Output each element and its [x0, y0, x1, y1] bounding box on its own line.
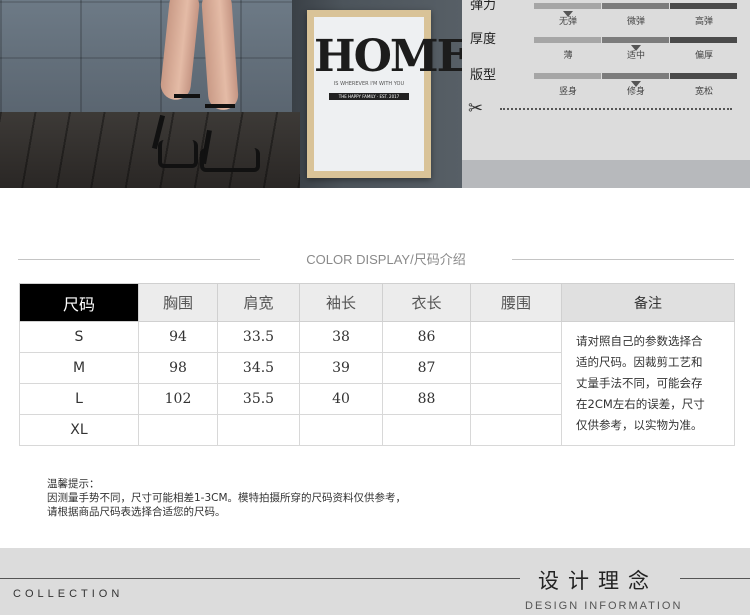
- header-length: 衣长: [382, 283, 471, 322]
- remark-line: 在2CM左右的误差，尺寸: [576, 397, 705, 411]
- spec-row-label: 版型: [470, 68, 497, 83]
- cell-size: XL: [19, 414, 139, 446]
- remark-line: 仅供参考，以实物为准。: [576, 418, 703, 432]
- cell-shoulder: [217, 414, 300, 446]
- spec-panel-base: [462, 160, 750, 188]
- spec-level-bar: [534, 3, 601, 9]
- spec-option-label: 高弹: [694, 17, 713, 27]
- cell-waist: [470, 321, 562, 353]
- header-waist: 腰围: [470, 283, 562, 322]
- spec-level-bar: [670, 73, 737, 79]
- header-chest: 胸围: [138, 283, 218, 322]
- spec-row-label: 弹力: [470, 0, 497, 13]
- spec-selected-marker: [562, 11, 573, 17]
- sandal-left: [158, 140, 198, 168]
- scissors-icon: ✂: [468, 98, 484, 119]
- sandal-right: [200, 148, 260, 172]
- cell-size: M: [19, 352, 139, 384]
- spec-level-bar: [602, 3, 669, 9]
- header-shoulder: 肩宽: [217, 283, 300, 322]
- spec-option-label: 宽松: [694, 87, 713, 97]
- poster: HOME IS WHEREVER I'M WITH YOU THE HAPPY …: [314, 17, 470, 171]
- spec-level-bar: [670, 3, 737, 9]
- cell-length: [382, 414, 471, 446]
- table-row: S 94 33.5 38 86 请对照自己的参数选择合 适的尺码。因裁剪工艺和 …: [19, 321, 735, 446]
- spec-selected-marker: [630, 45, 641, 51]
- top-banner: HOME IS WHEREVER I'M WITH YOU THE HAPPY …: [0, 0, 750, 188]
- cell-sleeve: 40: [299, 383, 383, 415]
- cell-sleeve: 38: [299, 321, 383, 353]
- size-table: 尺码 胸围 肩宽 袖长 衣长 腰围 备注 S 94 33.5 38 86 请对照…: [19, 283, 735, 446]
- poster-band: THE HAPPY FAMILY · EST. 2017: [329, 93, 409, 100]
- cell-shoulder: 33.5: [217, 321, 300, 353]
- band-rule-right: [680, 578, 750, 579]
- cell-length: 87: [382, 352, 471, 384]
- cell-shoulder: 34.5: [217, 352, 300, 384]
- cell-chest: [138, 414, 218, 446]
- spec-level-bar: [534, 37, 601, 43]
- photo-wall: [0, 0, 300, 115]
- cell-waist: [470, 383, 562, 415]
- spec-row-label: 厚度: [470, 32, 497, 47]
- spec-level-bar: [602, 37, 669, 43]
- section-heading: COLOR DISPLAY/尺码介绍: [306, 252, 466, 267]
- cell-length: 88: [382, 383, 471, 415]
- cell-sleeve: [299, 414, 383, 446]
- remark-line: 丈量手法不同，可能会存: [576, 376, 703, 390]
- cut-line: [500, 108, 732, 110]
- tips-title: 温馨提示：: [47, 478, 100, 490]
- spec-selected-marker: [630, 81, 641, 87]
- heading-rule-left: [18, 259, 260, 260]
- cell-chest: 94: [138, 321, 218, 353]
- spec-option-label: 薄: [563, 51, 573, 61]
- header-remark: 备注: [561, 283, 735, 322]
- remark-line: 请对照自己的参数选择合: [576, 334, 703, 348]
- cell-length: 86: [382, 321, 471, 353]
- cell-chest: 98: [138, 352, 218, 384]
- sandal-strap-left: [174, 94, 200, 98]
- cell-sleeve: 39: [299, 352, 383, 384]
- size-table-header: 尺码 胸围 肩宽 袖长 衣长 腰围 备注: [19, 283, 735, 322]
- spec-option-label: 偏厚: [694, 51, 713, 61]
- header-sleeve: 袖长: [299, 283, 383, 322]
- spec-option-label: 微弹: [626, 17, 645, 27]
- spec-level-bar: [670, 37, 737, 43]
- design-subtitle: DESIGN INFORMATION: [525, 600, 683, 612]
- spec-option-label: 竖身: [558, 87, 577, 97]
- band-rule-left: [0, 578, 520, 579]
- cell-waist: [470, 352, 562, 384]
- design-title: 设计理念: [538, 569, 658, 593]
- cell-shoulder: 35.5: [217, 383, 300, 415]
- product-photo: HOME IS WHEREVER I'M WITH YOU THE HAPPY …: [0, 0, 470, 188]
- poster-title: HOME: [314, 31, 470, 82]
- remark-line: 适的尺码。因裁剪工艺和: [576, 355, 703, 369]
- heading-rule-right: [512, 259, 734, 260]
- spec-level-bar: [534, 73, 601, 79]
- spec-level-bar: [602, 73, 669, 79]
- collection-label: COLLECTION: [13, 588, 124, 600]
- size-tips: 温馨提示： 因测量手势不同，尺寸可能相差1-3CM。模特拍摄所穿的尺码资料仅供参…: [47, 477, 406, 519]
- tips-line: 因测量手势不同，尺寸可能相差1-3CM。模特拍摄所穿的尺码资料仅供参考，: [47, 492, 407, 504]
- cell-size: S: [19, 321, 139, 353]
- fabric-spec-panel: 弹力 无弹 微弹 高弹 厚度薄适中 偏厚 版型 竖身 修身 宽松 ✂: [462, 0, 750, 160]
- cell-waist: [470, 414, 562, 446]
- remark-cell: 请对照自己的参数选择合 适的尺码。因裁剪工艺和 丈量手法不同，可能会存 在2CM…: [561, 321, 735, 446]
- cell-size: L: [19, 383, 139, 415]
- header-size: 尺码: [19, 283, 139, 322]
- cell-chest: 102: [138, 383, 218, 415]
- poster-frame: HOME IS WHEREVER I'M WITH YOU THE HAPPY …: [307, 10, 470, 178]
- design-info-band: COLLECTION 设计理念 DESIGN INFORMATION: [0, 548, 750, 615]
- sandal-strap-right: [205, 104, 235, 108]
- tips-line: 请根据商品尺码表选择合适您的尺码。: [47, 506, 226, 518]
